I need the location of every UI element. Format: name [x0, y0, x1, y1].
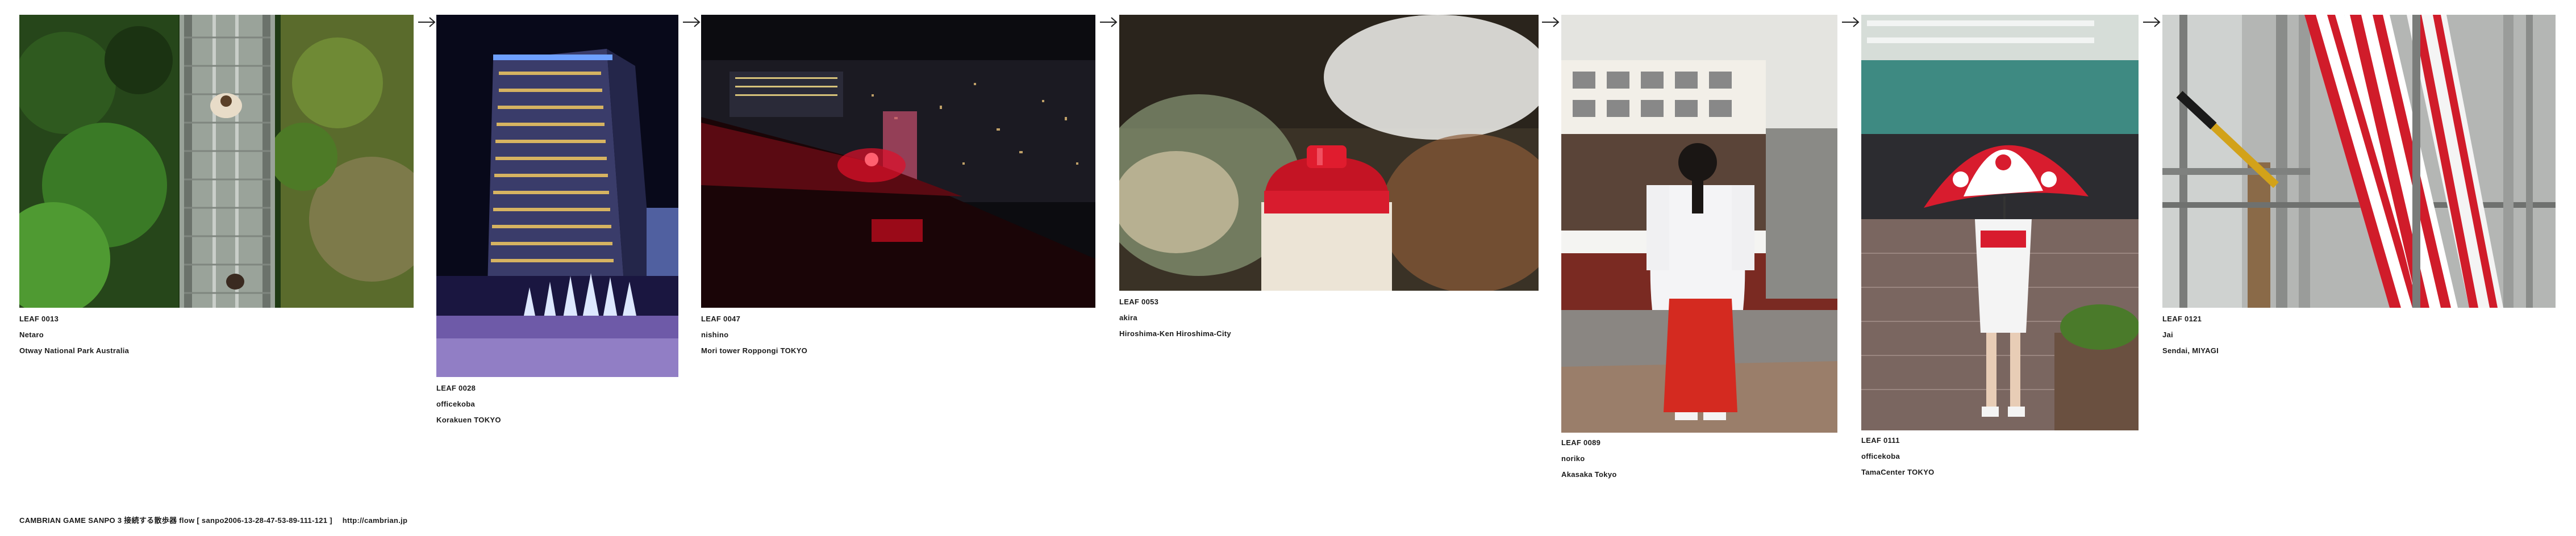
leaf-caption-1: LEAF 0013 Netaro Otway National Park Aus…: [19, 311, 129, 359]
leaf-id[interactable]: LEAF 0047: [701, 311, 807, 327]
leaf-photo-1[interactable]: [19, 15, 414, 308]
right-arrow-icon: [1541, 16, 1560, 28]
leaf-id[interactable]: LEAF 0028: [436, 380, 501, 396]
leaf-author: Jai: [2162, 330, 2173, 339]
leaf-photo-3[interactable]: [701, 15, 1095, 308]
right-arrow-icon: [2142, 16, 2161, 28]
leaf-place: Akasaka Tokyo: [1561, 470, 1617, 479]
leaf-id[interactable]: LEAF 0013: [19, 311, 129, 327]
leaf-photo-2[interactable]: [436, 15, 678, 377]
leaf-author: officekoba: [436, 400, 476, 408]
leaf-photo-6[interactable]: [1861, 15, 2139, 430]
leaf-caption-3: LEAF 0047 nishino Mori tower Roppongi TO…: [701, 311, 807, 359]
leaf-author: Netaro: [19, 330, 44, 339]
footer-link[interactable]: http://cambrian.jp: [343, 516, 407, 525]
leaf-author: officekoba: [1861, 452, 1900, 460]
page-footer: CAMBRIAN GAME SANPO 3 接続する散歩器 flow [ san…: [19, 514, 415, 525]
right-arrow-icon: [1099, 16, 1118, 28]
leaf-photo-5[interactable]: [1561, 15, 1837, 433]
leaf-caption-6: LEAF 0111 officekoba TamaCenter TOKYO: [1861, 433, 1935, 480]
leaf-photo-4[interactable]: [1119, 15, 1539, 291]
leaf-place: Korakuen TOKYO: [436, 416, 501, 424]
right-arrow-icon: [417, 16, 436, 28]
leaf-id[interactable]: LEAF 0121: [2162, 311, 2219, 327]
leaf-caption-2: LEAF 0028 officekoba Korakuen TOKYO: [436, 380, 501, 428]
leaf-place: TamaCenter TOKYO: [1861, 468, 1935, 476]
leaf-id[interactable]: LEAF 0053: [1119, 294, 1231, 310]
leaf-author: noriko: [1561, 454, 1585, 463]
leaf-place: Sendai, MIYAGI: [2162, 346, 2219, 355]
leaf-caption-7: LEAF 0121 Jai Sendai, MIYAGI: [2162, 311, 2219, 359]
leaf-caption-4: LEAF 0053 akira Hiroshima-Ken Hiroshima-…: [1119, 294, 1231, 342]
leaf-place: Hiroshima-Ken Hiroshima-City: [1119, 329, 1231, 338]
leaf-place: Otway National Park Australia: [19, 346, 130, 355]
leaf-photo-7[interactable]: [2162, 15, 2556, 308]
leaf-id[interactable]: LEAF 0089: [1561, 435, 1617, 451]
leaf-id[interactable]: LEAF 0111: [1861, 433, 1935, 449]
right-arrow-icon: [682, 16, 701, 28]
right-arrow-icon: [1841, 16, 1860, 28]
footer-title: CAMBRIAN GAME SANPO 3 接続する散歩器 flow [ san…: [19, 516, 332, 525]
leaf-author: nishino: [701, 330, 729, 339]
leaf-caption-5: LEAF 0089 noriko Akasaka Tokyo: [1561, 435, 1617, 483]
leaf-author: akira: [1119, 313, 1137, 322]
leaf-place: Mori tower Roppongi TOKYO: [701, 346, 808, 355]
